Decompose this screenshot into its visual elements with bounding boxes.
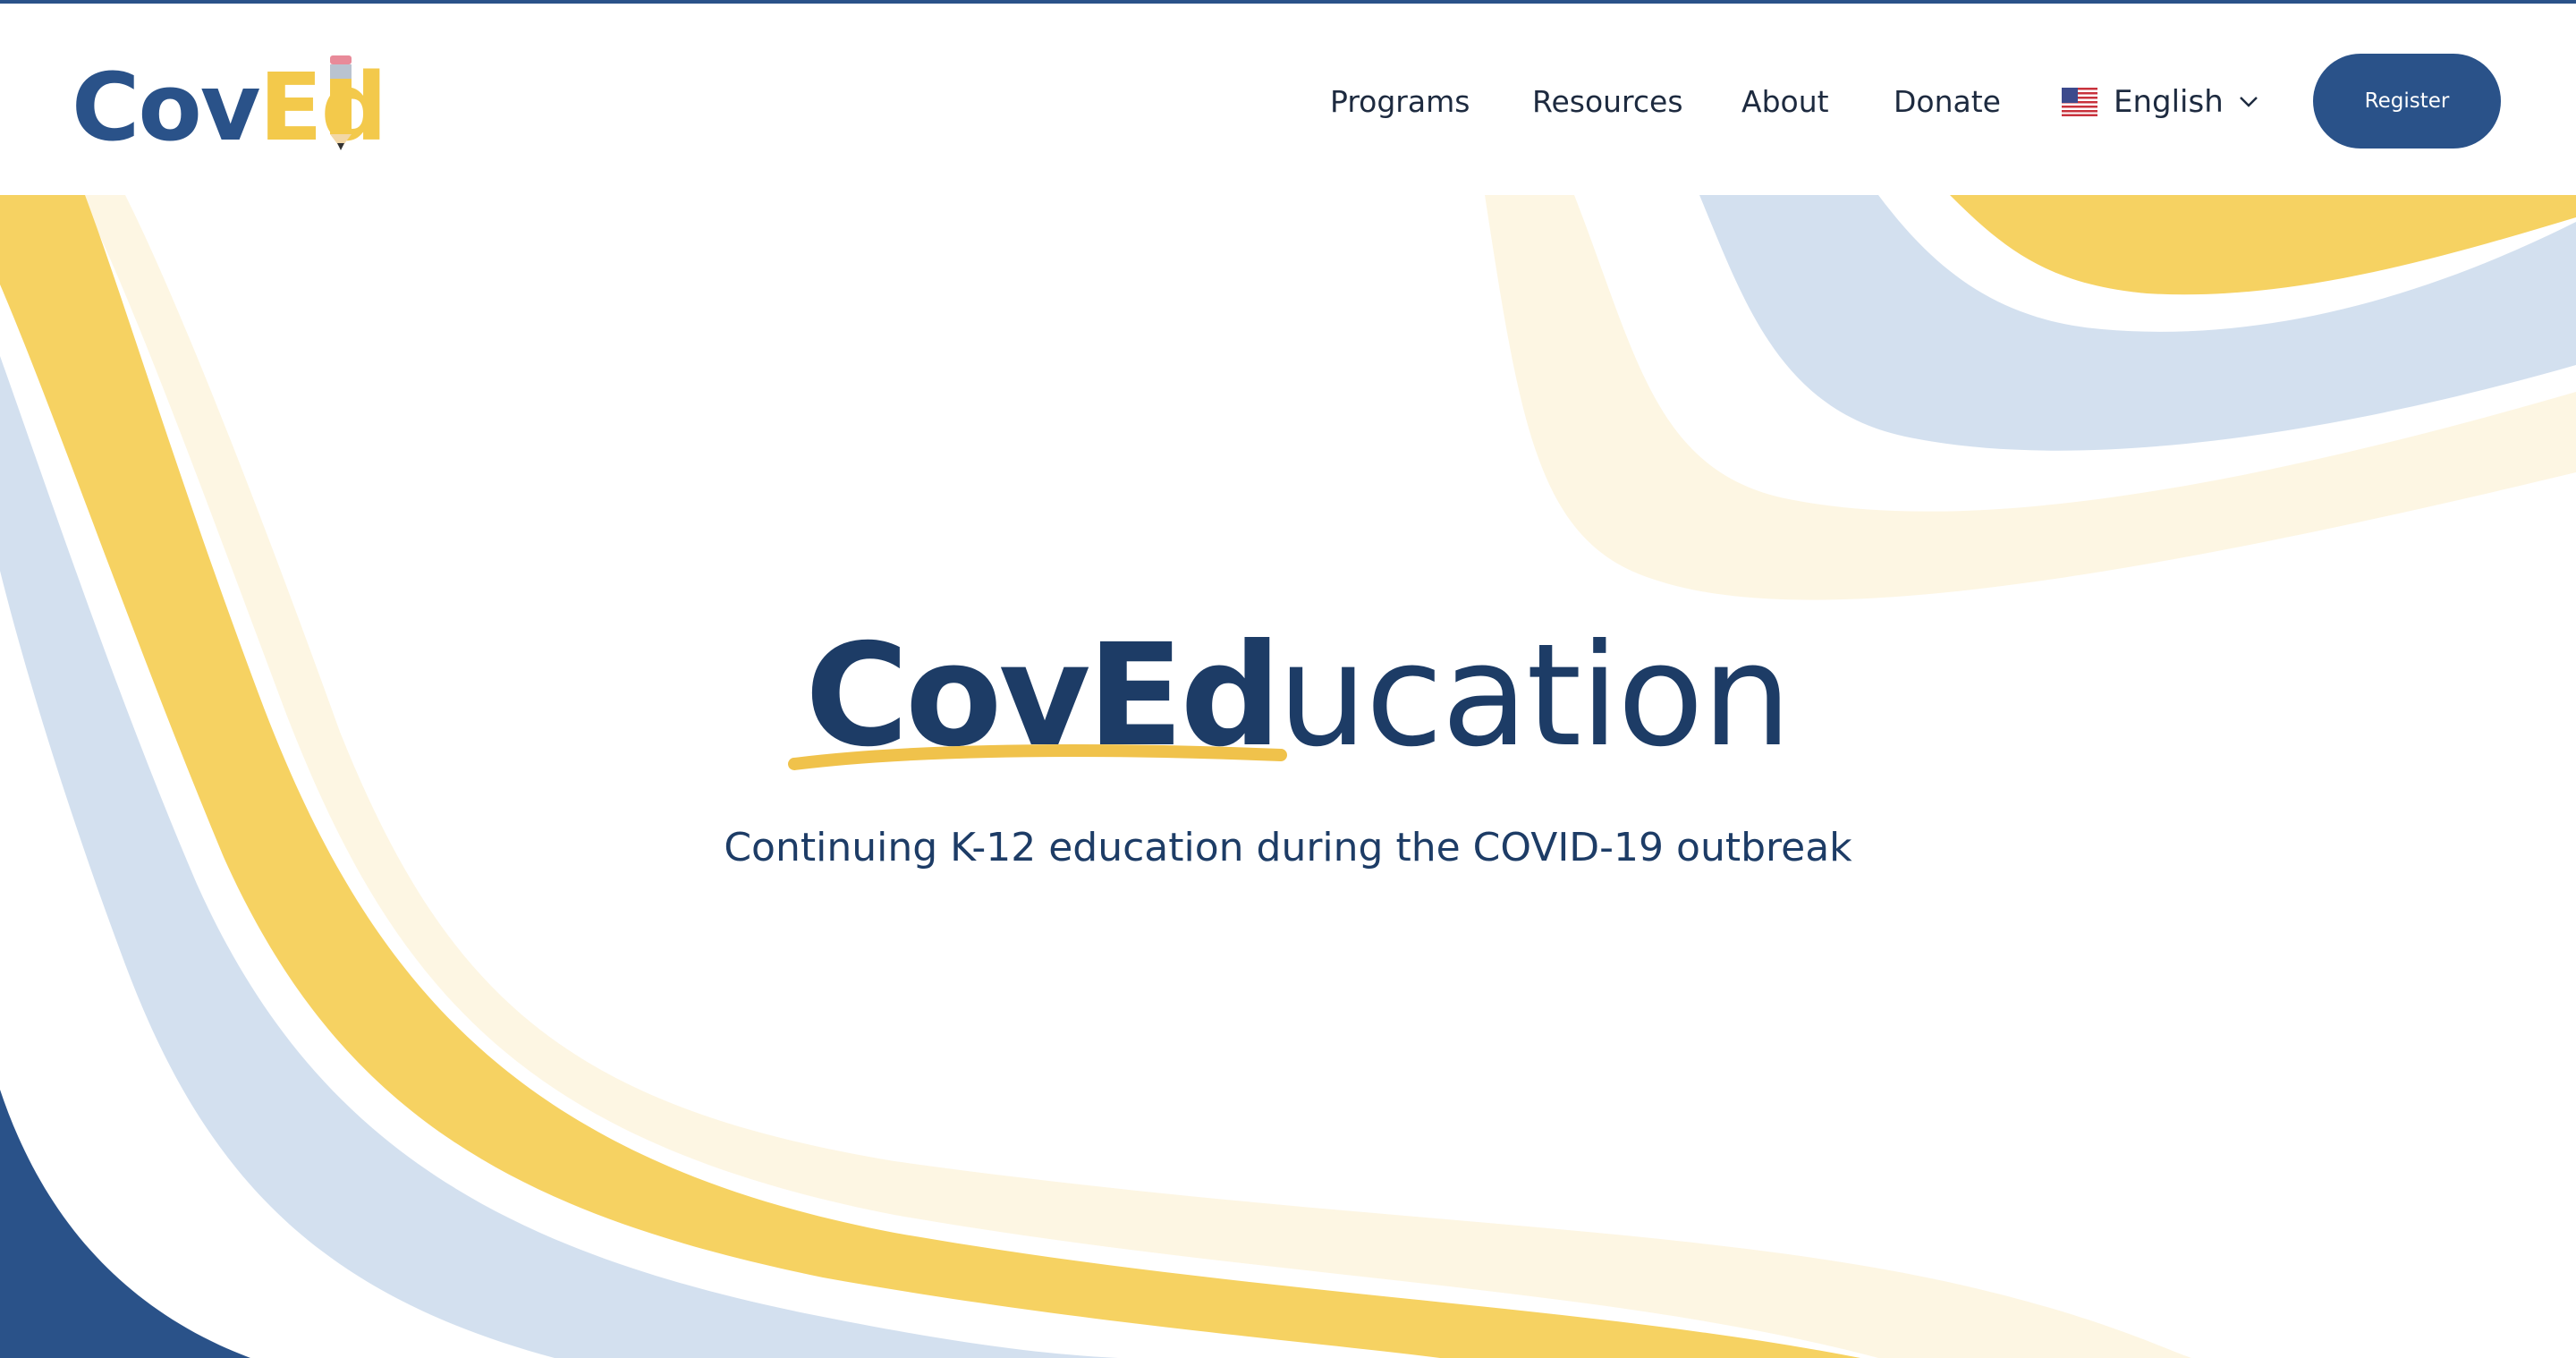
us-flag-icon [2062,88,2097,116]
hero-title-light: ucation [1277,614,1792,778]
title-underline-decoration [788,744,1287,770]
language-label: English [2114,84,2224,120]
site-header: CovEd Programs Resources About Donate En… [0,4,2576,195]
hero-subtitle: Continuing K-12 education during the COV… [724,825,1852,870]
register-button[interactable]: Register [2313,54,2501,149]
nav-about[interactable]: About [1741,82,1829,122]
nav-resources[interactable]: Resources [1532,82,1683,122]
language-selector[interactable]: English [2062,82,2259,122]
nav-donate[interactable]: Donate [1894,82,2001,122]
nav-programs[interactable]: Programs [1330,82,1470,122]
chevron-down-icon [2239,97,2258,107]
hero-section: CovEducation Continuing K-12 education d… [0,195,2576,1358]
